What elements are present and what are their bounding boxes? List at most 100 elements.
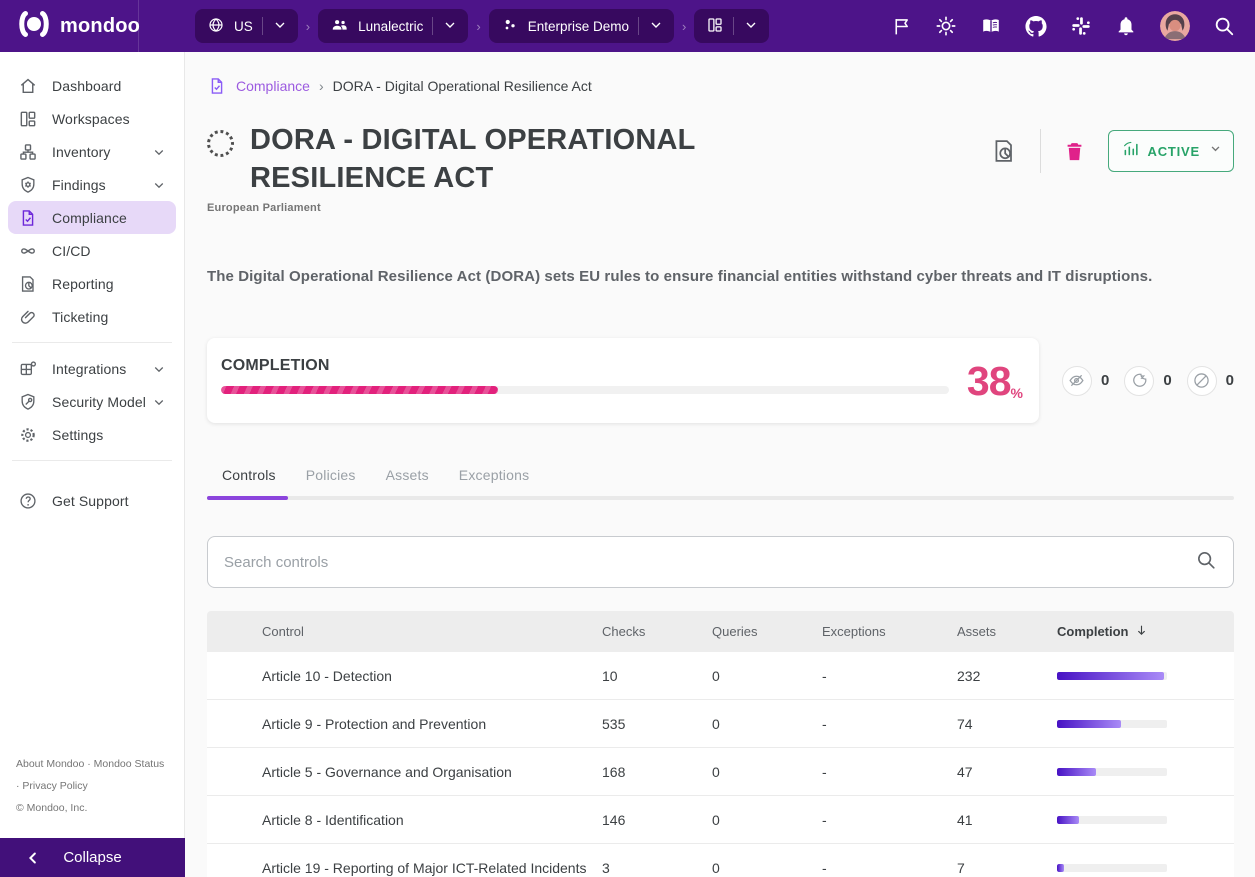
chevron-down-icon[interactable] [150, 360, 168, 378]
sidebar-item-inventory[interactable]: Inventory [8, 135, 176, 168]
sidebar-item-findings[interactable]: Findings [8, 168, 176, 201]
chevron-down-icon[interactable] [150, 176, 168, 194]
chevron-down-icon[interactable] [648, 17, 664, 36]
sidebar-item-dashboard[interactable]: Dashboard [8, 69, 176, 102]
chevron-down-icon[interactable] [442, 17, 458, 36]
chevron-down-icon[interactable] [150, 393, 168, 411]
space-label: Enterprise Demo [527, 18, 630, 34]
trash-icon[interactable] [1063, 140, 1086, 163]
tab-exceptions[interactable]: Exceptions [444, 467, 544, 496]
workspaces-icon [18, 109, 38, 129]
chevron-down-icon[interactable] [743, 17, 759, 36]
privacy-policy-link[interactable]: Privacy Policy [22, 780, 87, 792]
search-icon[interactable] [1213, 15, 1235, 37]
report-icon[interactable] [990, 137, 1018, 165]
organization-label: Lunalectric [358, 18, 424, 34]
counter-count: 0 [1163, 372, 1172, 389]
about-mondoo-link[interactable]: About Mondoo [16, 758, 84, 770]
mondoo-logo[interactable]: mondoo [0, 10, 140, 43]
row-completion-track [1057, 719, 1167, 728]
main-content: Compliance › DORA - Digital Operational … [186, 52, 1255, 877]
table-row[interactable]: Article 8 - Identification 146 0 - 41 [207, 796, 1234, 844]
cell-assets: 47 [957, 763, 973, 780]
user-avatar[interactable] [1160, 11, 1190, 41]
pill-divider [733, 17, 735, 35]
pill-divider [432, 17, 434, 35]
region-label: US [234, 18, 253, 34]
completion-percent-number: 38 [966, 358, 1012, 404]
page-title: DORA - DIGITAL OPERATIONAL RESILIENCE AC… [250, 124, 696, 194]
column-header-queries[interactable]: Queries [712, 624, 822, 639]
search-icon[interactable] [1195, 549, 1217, 576]
chevron-down-icon[interactable] [272, 17, 288, 36]
shield-bug-icon [18, 175, 38, 195]
column-header-control[interactable]: Control [207, 624, 602, 639]
gear-icon [18, 425, 38, 445]
sidebar-divider [12, 342, 172, 343]
tab-assets[interactable]: Assets [371, 467, 444, 496]
cell-queries: 0 [712, 715, 720, 732]
chevron-down-icon[interactable] [150, 143, 168, 161]
space-selector[interactable]: Enterprise Demo [488, 9, 675, 43]
row-completion-track [1057, 671, 1167, 680]
table-row[interactable]: Article 5 - Governance and Organisation … [207, 748, 1234, 796]
block-icon[interactable] [1186, 365, 1217, 396]
mondoo-status-link[interactable]: Mondoo Status [94, 758, 165, 770]
github-icon[interactable] [1025, 15, 1047, 37]
cell-exceptions: - [822, 811, 827, 828]
column-header-completion-label: Completion [1057, 624, 1129, 639]
topbar-actions [890, 11, 1255, 41]
organization-selector[interactable]: Lunalectric [318, 9, 469, 43]
cell-assets: 74 [957, 715, 973, 732]
cell-checks: 10 [602, 667, 618, 684]
column-header-exceptions[interactable]: Exceptions [822, 624, 957, 639]
light-mode-icon[interactable] [935, 15, 957, 37]
region-selector[interactable]: US [195, 9, 298, 43]
flag-icon[interactable] [890, 15, 912, 37]
tab-policies[interactable]: Policies [291, 467, 371, 496]
collapse-sidebar-button[interactable]: Collapse [0, 838, 185, 877]
sidebar-item-compliance[interactable]: Compliance [8, 201, 176, 234]
tab-controls[interactable]: Controls [207, 467, 291, 496]
table-row[interactable]: Article 19 - Reporting of Major ICT-Rela… [207, 844, 1234, 877]
sidebar-item-label: Ticketing [52, 308, 109, 325]
eye-off-icon[interactable] [1061, 365, 1092, 396]
sidebar-item-reporting[interactable]: Reporting [8, 267, 176, 300]
table-row[interactable]: Article 9 - Protection and Prevention 53… [207, 700, 1234, 748]
sidebar-item-security-model[interactable]: Security Model [8, 385, 176, 418]
slack-icon[interactable] [1070, 15, 1092, 37]
copyright-text: © Mondoo, Inc. [16, 802, 88, 814]
sidebar-item-integrations[interactable]: Integrations [8, 352, 176, 385]
pill-divider [261, 17, 263, 35]
cell-assets: 41 [957, 811, 973, 828]
workspace-selector[interactable] [694, 9, 770, 43]
cell-queries: 0 [712, 667, 720, 684]
breadcrumb-separator: › [318, 78, 324, 94]
framework-authority: European Parliament [207, 202, 321, 214]
sidebar-item-get-support[interactable]: Get Support [8, 484, 176, 517]
table-row[interactable]: Article 10 - Detection 10 0 - 232 [207, 652, 1234, 700]
cell-queries: 0 [712, 811, 720, 828]
sidebar-item-settings[interactable]: Settings [8, 418, 176, 451]
column-header-assets[interactable]: Assets [957, 624, 1057, 639]
column-header-completion[interactable]: Completion [1057, 623, 1234, 641]
status-dropdown-button[interactable]: ACTIVE [1107, 130, 1234, 172]
breadcrumb-compliance-link[interactable]: Compliance [236, 78, 310, 94]
cell-checks: 3 [602, 859, 610, 876]
sidebar-item-workspaces[interactable]: Workspaces [8, 102, 176, 135]
sidebar-item-cicd[interactable]: CI/CD [8, 234, 176, 267]
top-bar: mondoo US › Lunalectric › Enterprise Dem… [0, 0, 1255, 52]
sidebar-item-label: Settings [52, 426, 104, 443]
framework-description: The Digital Operational Resilience Act (… [207, 268, 1153, 285]
snooze-moon-icon[interactable] [1124, 365, 1155, 396]
docs-book-icon[interactable] [980, 15, 1002, 37]
notifications-bell-icon[interactable] [1115, 15, 1137, 37]
sidebar-item-label: Inventory [52, 143, 111, 160]
cell-exceptions: - [822, 859, 827, 876]
search-controls-input[interactable] [224, 553, 1195, 571]
counter-snoozed: 0 [1124, 365, 1172, 396]
chevron-down-icon [1208, 141, 1223, 161]
actions-divider [1039, 129, 1041, 173]
sidebar-item-ticketing[interactable]: Ticketing [8, 300, 176, 333]
column-header-checks[interactable]: Checks [602, 624, 712, 639]
